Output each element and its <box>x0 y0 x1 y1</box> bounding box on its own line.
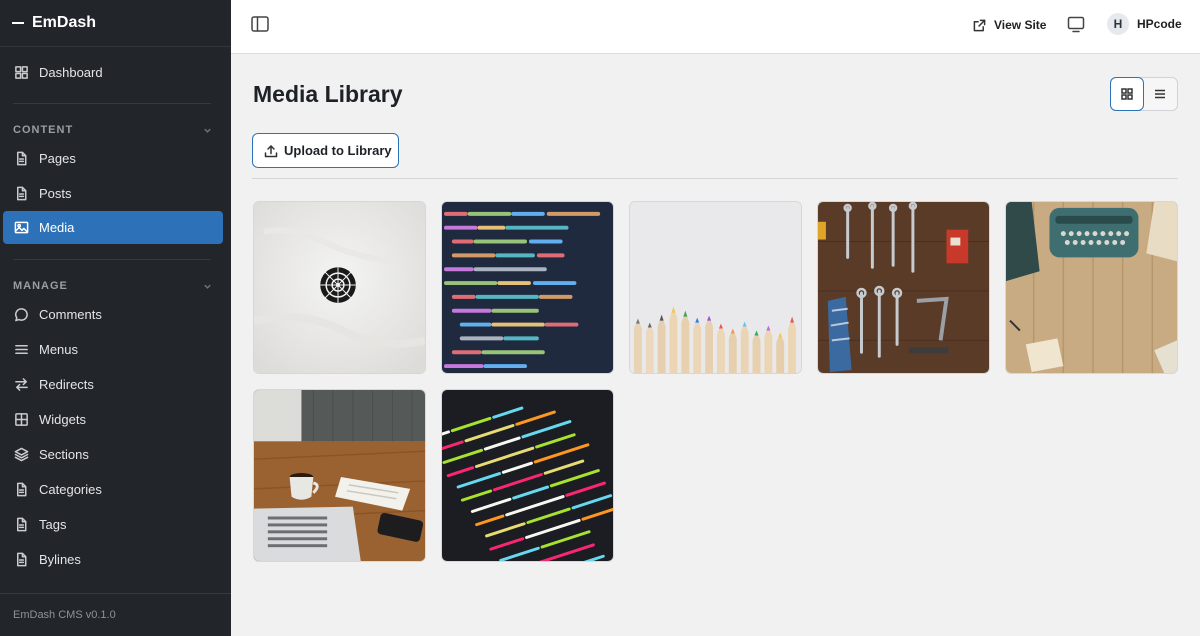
image-icon <box>14 221 29 234</box>
sidebar-item-redirects[interactable]: Redirects <box>3 368 223 401</box>
media-thumbnail <box>254 202 425 373</box>
sidebar-item-sections[interactable]: Sections <box>3 438 223 471</box>
file-icon <box>17 517 27 532</box>
media-item-code-screen-dark[interactable] <box>441 389 614 562</box>
sidebar-item-label: Pages <box>39 151 76 166</box>
section-label-content: CONTENT <box>13 124 74 136</box>
file-icon <box>17 186 27 201</box>
brand-name: EmDash <box>32 14 97 31</box>
arrows-icon <box>15 378 28 391</box>
media-thumbnail <box>254 390 425 561</box>
speech-bubble-icon <box>15 308 28 322</box>
user-menu[interactable]: H HPcode <box>1107 13 1182 35</box>
sidebar-item-bylines[interactable]: Bylines <box>3 543 223 576</box>
view-site-label: View Site <box>994 18 1047 32</box>
sidebar-item-dashboard[interactable]: Dashboard <box>3 56 223 89</box>
grid-icon <box>1121 88 1133 100</box>
media-thumbnail <box>818 202 989 373</box>
list-view-button[interactable] <box>1144 78 1177 110</box>
brand[interactable]: EmDash <box>0 0 231 47</box>
sidebar-toggle-button[interactable] <box>251 16 269 32</box>
sidebar-item-media[interactable]: Media <box>3 211 223 244</box>
top-bar: View Site H HPcode <box>231 0 1200 54</box>
media-thumbnail <box>442 390 613 561</box>
sidebar-footer: EmDash CMS v0.1.0 <box>0 593 231 636</box>
grid-view-button[interactable] <box>1110 77 1144 111</box>
menu-icon <box>15 345 28 354</box>
view-mode-toggle <box>1110 77 1178 111</box>
external-link-icon <box>973 19 986 31</box>
sidebar-item-label: Media <box>39 220 75 235</box>
preview-button[interactable] <box>1067 16 1085 33</box>
list-icon <box>1155 89 1166 99</box>
chevron-down-icon <box>204 128 211 133</box>
media-thumbnail <box>630 202 801 373</box>
toolbar-divider <box>252 178 1178 179</box>
media-item-desk-laptop-coffee[interactable] <box>253 389 426 562</box>
file-icon <box>17 482 27 497</box>
sidebar-item-label: Sections <box>39 447 89 462</box>
sidebar-item-label: Posts <box>39 186 72 201</box>
sidebar-item-label: Widgets <box>39 412 86 427</box>
section-toggle-content[interactable]: CONTENT <box>13 124 213 136</box>
sidebar: EmDash Dashboard CONTENT Pages Posts Med… <box>0 0 231 636</box>
view-site-link[interactable]: View Site <box>973 16 1046 34</box>
media-item-typewriter[interactable] <box>1005 201 1178 374</box>
sidebar-item-label: Dashboard <box>39 65 103 80</box>
chevron-down-icon <box>204 284 211 289</box>
sidebar-toggle-icon <box>251 16 269 32</box>
section-toggle-manage[interactable]: MANAGE <box>13 280 213 292</box>
upload-button[interactable]: Upload to Library <box>252 133 399 168</box>
sidebar-item-posts[interactable]: Posts <box>3 177 223 210</box>
sidebar-item-label: Tags <box>39 517 67 532</box>
upload-button-label: Upload to Library <box>284 143 392 158</box>
widget-grid-icon <box>15 413 28 426</box>
media-thumbnail <box>442 202 613 373</box>
version-label: EmDash CMS v0.1.0 <box>13 609 116 621</box>
page-title: Media Library <box>253 81 403 107</box>
media-item-paper-mandala[interactable] <box>253 201 426 374</box>
sidebar-item-comments[interactable]: Comments <box>3 298 223 331</box>
sidebar-item-categories[interactable]: Categories <box>3 473 223 506</box>
file-icon <box>17 151 27 166</box>
sidebar-item-label: Bylines <box>39 552 81 567</box>
media-item-code-screen[interactable] <box>441 201 614 374</box>
media-item-colored-pencils[interactable] <box>629 201 802 374</box>
brand-dash-icon <box>12 22 24 24</box>
sidebar-item-tags[interactable]: Tags <box>3 508 223 541</box>
avatar: H <box>1107 13 1129 35</box>
layers-icon <box>14 447 29 462</box>
media-item-tool-wall[interactable] <box>817 201 990 374</box>
sidebar-item-label: Redirects <box>39 377 94 392</box>
sidebar-item-menus[interactable]: Menus <box>3 333 223 366</box>
sidebar-item-label: Menus <box>39 342 79 357</box>
sidebar-divider <box>13 103 211 104</box>
upload-icon <box>264 144 278 157</box>
file-icon <box>17 552 27 567</box>
grid-icon <box>15 66 28 79</box>
section-label-manage: MANAGE <box>13 280 68 292</box>
sidebar-item-pages[interactable]: Pages <box>3 142 223 175</box>
sidebar-item-label: Comments <box>39 307 102 322</box>
sidebar-divider <box>13 259 211 260</box>
monitor-icon <box>1067 16 1085 33</box>
sidebar-item-label: Categories <box>39 482 102 497</box>
sidebar-item-widgets[interactable]: Widgets <box>3 403 223 436</box>
media-thumbnail <box>1006 202 1177 373</box>
user-name: HPcode <box>1137 17 1182 31</box>
